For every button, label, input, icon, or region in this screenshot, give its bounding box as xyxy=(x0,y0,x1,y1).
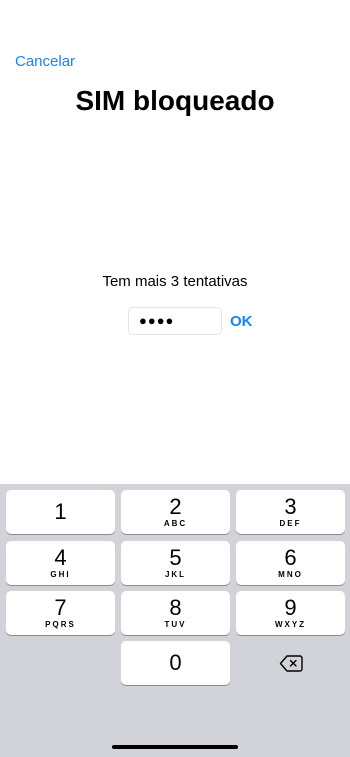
key-digit: 7 xyxy=(54,595,67,620)
key-letters: WXYZ xyxy=(274,620,307,629)
ok-button[interactable]: OK xyxy=(230,313,253,331)
key-digit: 8 xyxy=(169,595,182,620)
key-letters: ABC xyxy=(163,519,188,528)
attempts-remaining-text: Tem mais 3 tentativas xyxy=(102,273,248,290)
key-letters: MNO xyxy=(278,570,303,579)
numeric-keypad: 1 2 ABC 3 DEF 4 GHI 5 JKL 6 MNO 7 PQRS 8… xyxy=(0,484,350,757)
delete-button[interactable] xyxy=(236,641,345,685)
page-title: SIM bloqueado xyxy=(75,85,275,116)
key-7[interactable]: 7 PQRS xyxy=(6,591,115,635)
backspace-icon xyxy=(279,655,303,672)
key-letters: JKL xyxy=(164,570,187,579)
key-1[interactable]: 1 xyxy=(6,490,115,534)
home-indicator[interactable] xyxy=(112,745,238,749)
key-4[interactable]: 4 GHI xyxy=(6,541,115,585)
key-digit: 1 xyxy=(54,499,67,524)
key-digit: 2 xyxy=(169,494,182,519)
key-digit: 4 xyxy=(54,545,67,570)
key-letters: PQRS xyxy=(45,620,76,629)
key-letters: TUV xyxy=(164,620,187,629)
key-6[interactable]: 6 MNO xyxy=(236,541,345,585)
key-letters: GHI xyxy=(50,570,71,579)
sim-pin-input[interactable]: ●●●● xyxy=(128,307,222,335)
key-digit: 9 xyxy=(284,595,297,620)
key-5[interactable]: 5 JKL xyxy=(121,541,230,585)
key-2[interactable]: 2 ABC xyxy=(121,490,230,534)
key-0[interactable]: 0 xyxy=(121,641,230,685)
key-digit: 3 xyxy=(284,494,297,519)
key-9[interactable]: 9 WXYZ xyxy=(236,591,345,635)
key-digit: 6 xyxy=(284,545,297,570)
key-digit: 0 xyxy=(169,650,182,675)
key-3[interactable]: 3 DEF xyxy=(236,490,345,534)
key-digit: 5 xyxy=(169,545,182,570)
key-letters: DEF xyxy=(279,519,302,528)
key-8[interactable]: 8 TUV xyxy=(121,591,230,635)
cancel-button[interactable]: Cancelar xyxy=(15,52,75,72)
